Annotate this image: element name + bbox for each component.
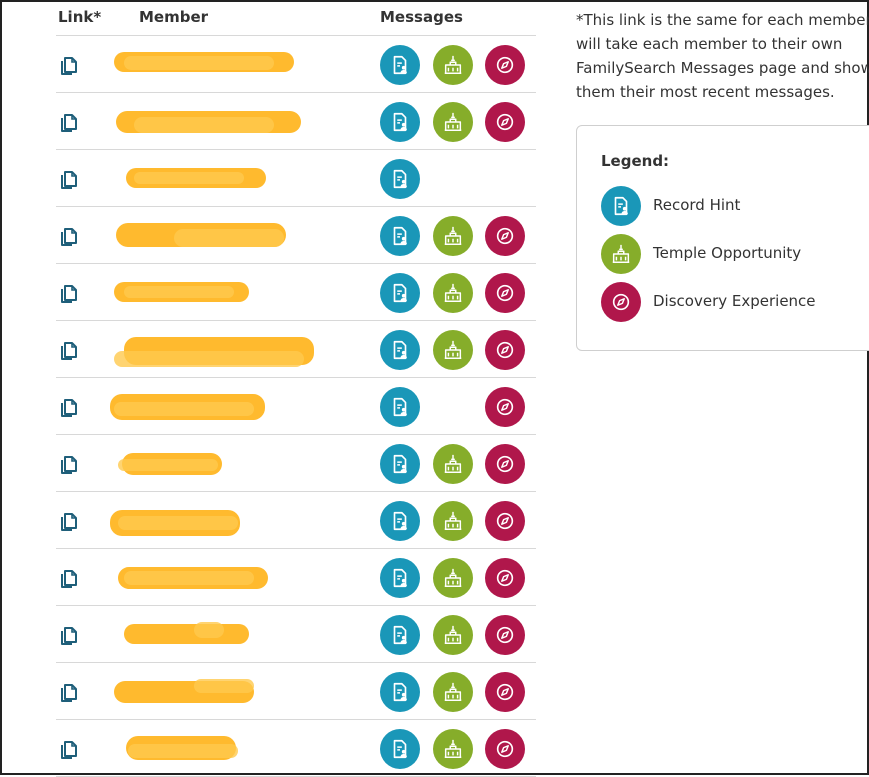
- header-messages: Messages: [380, 8, 463, 26]
- copy-icon[interactable]: [58, 738, 80, 760]
- copy-icon[interactable]: [58, 510, 80, 532]
- redaction-mark: [124, 624, 249, 644]
- redaction-mark: [124, 571, 254, 585]
- legend-item-record-hint: Record Hint: [601, 186, 740, 226]
- members-table: Link* Member Messages: [56, 2, 536, 777]
- redaction-mark: [118, 459, 218, 471]
- table-row: [56, 321, 536, 378]
- note-line: will take each member to their own: [576, 35, 843, 53]
- redaction-mark: [128, 744, 238, 758]
- legend-item-discovery: Discovery Experience: [601, 282, 816, 322]
- temple-icon[interactable]: [433, 729, 473, 769]
- table-row: [56, 435, 536, 492]
- temple-icon[interactable]: [433, 102, 473, 142]
- compass-icon[interactable]: [485, 729, 525, 769]
- record-hint-icon[interactable]: [380, 102, 420, 142]
- compass-icon[interactable]: [485, 45, 525, 85]
- temple-icon[interactable]: [433, 672, 473, 712]
- temple-icon[interactable]: [433, 216, 473, 256]
- table-row: [56, 606, 536, 663]
- redaction-mark: [134, 117, 274, 133]
- compass-icon: [601, 282, 641, 322]
- table-row: [56, 663, 536, 720]
- temple-icon[interactable]: [433, 444, 473, 484]
- record-hint-icon[interactable]: [380, 387, 420, 427]
- record-hint-icon[interactable]: [380, 501, 420, 541]
- record-hint-icon[interactable]: [380, 159, 420, 199]
- legend-label: Record Hint: [653, 196, 741, 214]
- header-member: Member: [139, 8, 209, 26]
- copy-icon[interactable]: [58, 54, 80, 76]
- temple-icon[interactable]: [433, 273, 473, 313]
- compass-icon[interactable]: [485, 102, 525, 142]
- legend-panel: Legend: Record Hint Temple Opportunity D…: [576, 125, 869, 351]
- table-body: [56, 36, 536, 777]
- record-hint-icon[interactable]: [380, 672, 420, 712]
- compass-icon[interactable]: [485, 615, 525, 655]
- record-hint-icon[interactable]: [380, 444, 420, 484]
- table-row: [56, 36, 536, 93]
- table-row: [56, 549, 536, 606]
- copy-icon[interactable]: [58, 567, 80, 589]
- redaction-mark: [124, 56, 274, 70]
- record-hint-icon: [601, 186, 641, 226]
- table-row: [56, 378, 536, 435]
- compass-icon[interactable]: [485, 444, 525, 484]
- redaction-mark: [194, 622, 224, 638]
- temple-icon[interactable]: [433, 615, 473, 655]
- redaction-mark: [118, 516, 238, 530]
- redaction-mark: [124, 286, 234, 298]
- temple-icon[interactable]: [433, 330, 473, 370]
- table-row: [56, 150, 536, 207]
- table-header: Link* Member Messages: [56, 2, 536, 36]
- legend-label: Discovery Experience: [653, 292, 816, 310]
- header-link: Link*: [58, 8, 102, 26]
- record-hint-icon[interactable]: [380, 273, 420, 313]
- redaction-mark: [114, 351, 304, 367]
- note-line: FamilySearch Messages page and show: [576, 59, 869, 77]
- legend-label: Temple Opportunity: [653, 244, 802, 262]
- record-hint-icon[interactable]: [380, 330, 420, 370]
- compass-icon[interactable]: [485, 330, 525, 370]
- table-row: [56, 207, 536, 264]
- compass-icon[interactable]: [485, 672, 525, 712]
- table-row: [56, 720, 536, 777]
- redaction-mark: [174, 229, 284, 247]
- record-hint-icon[interactable]: [380, 216, 420, 256]
- compass-icon[interactable]: [485, 273, 525, 313]
- redaction-mark: [134, 172, 244, 184]
- copy-icon[interactable]: [58, 168, 80, 190]
- record-hint-icon[interactable]: [380, 729, 420, 769]
- table-row: [56, 492, 536, 549]
- compass-icon[interactable]: [485, 501, 525, 541]
- temple-icon: [601, 234, 641, 274]
- record-hint-icon[interactable]: [380, 558, 420, 598]
- legend-item-temple: Temple Opportunity: [601, 234, 801, 274]
- compass-icon[interactable]: [485, 216, 525, 256]
- redaction-mark: [114, 402, 254, 416]
- copy-icon[interactable]: [58, 624, 80, 646]
- link-note: *This link is the same for each member w…: [576, 8, 869, 104]
- table-row: [56, 93, 536, 150]
- copy-icon[interactable]: [58, 396, 80, 418]
- copy-icon[interactable]: [58, 453, 80, 475]
- copy-icon[interactable]: [58, 282, 80, 304]
- note-line: them their most recent messages.: [576, 83, 835, 101]
- legend-title: Legend:: [601, 152, 670, 170]
- record-hint-icon[interactable]: [380, 615, 420, 655]
- record-hint-icon[interactable]: [380, 45, 420, 85]
- compass-icon[interactable]: [485, 387, 525, 427]
- compass-icon[interactable]: [485, 558, 525, 598]
- note-line: *This link is the same for each member: [576, 11, 869, 29]
- copy-icon[interactable]: [58, 681, 80, 703]
- copy-icon[interactable]: [58, 339, 80, 361]
- redaction-mark: [194, 679, 254, 693]
- copy-icon[interactable]: [58, 225, 80, 247]
- temple-icon[interactable]: [433, 45, 473, 85]
- table-row: [56, 264, 536, 321]
- temple-icon[interactable]: [433, 501, 473, 541]
- copy-icon[interactable]: [58, 111, 80, 133]
- temple-icon[interactable]: [433, 558, 473, 598]
